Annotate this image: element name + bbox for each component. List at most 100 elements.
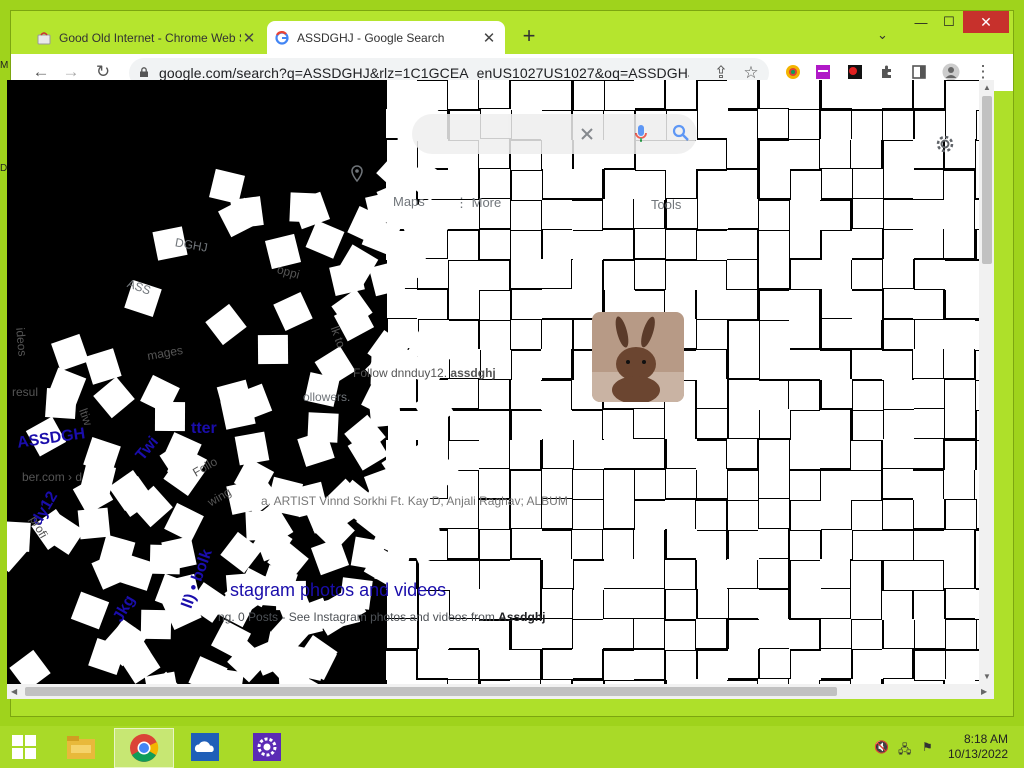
page-tile <box>819 350 850 380</box>
page-tile <box>726 439 757 469</box>
page-tile <box>789 289 820 319</box>
page-tile <box>633 439 664 469</box>
page-tile <box>573 231 604 261</box>
page-tile <box>728 589 759 619</box>
scroll-right-arrow-icon[interactable]: ▶ <box>981 687 987 696</box>
clock-time: 8:18 AM <box>963 732 1008 746</box>
scroll-down-arrow-icon[interactable]: ▼ <box>983 672 991 681</box>
page-tile <box>913 349 944 379</box>
minimize-button[interactable]: — <box>907 11 935 33</box>
page-tile <box>571 529 602 559</box>
page-tile <box>788 80 819 110</box>
page-tile <box>480 168 511 198</box>
action-center-icon[interactable]: ⚑ <box>922 740 933 754</box>
horizontal-scrollbar[interactable]: ◀ ▶ <box>7 684 994 699</box>
page-tile <box>945 409 976 439</box>
text-shard: oppi <box>275 262 302 282</box>
scroll-up-arrow-icon[interactable]: ▲ <box>983 83 991 92</box>
search-tools-button[interactable]: Tools <box>651 197 681 212</box>
page-tile <box>945 80 976 110</box>
page-tile <box>819 589 850 619</box>
maximize-button[interactable]: ☐ <box>935 11 963 33</box>
microphone-icon[interactable] <box>634 124 648 144</box>
page-tile <box>726 138 757 168</box>
close-window-button[interactable]: ✕ <box>963 11 1009 33</box>
page-tile <box>602 529 633 559</box>
page-tile <box>791 260 822 290</box>
page-tile <box>540 530 571 560</box>
page-tile <box>635 228 666 258</box>
tab-close-icon[interactable]: ✕ <box>481 29 497 47</box>
taskbar-settings[interactable] <box>238 728 296 766</box>
page-tile <box>665 590 696 620</box>
page-content: Maps ⋮ More Tools Follow dnnduy12. assdg… <box>7 80 979 684</box>
taskbar-file-explorer[interactable] <box>52 728 110 766</box>
page-tile <box>449 289 480 319</box>
page-tile <box>540 258 571 288</box>
page-tile <box>758 618 789 648</box>
page-tile <box>602 619 633 649</box>
page-tile <box>571 200 602 230</box>
page-tile <box>943 530 974 560</box>
taskbar-chrome[interactable] <box>114 728 174 768</box>
network-icon[interactable]: 🖧 <box>898 740 911 761</box>
tab-strip: Good Old Internet - Chrome Web Store ✕ A… <box>11 11 1013 54</box>
system-clock[interactable]: 8:18 AM 10/13/2022 <box>948 732 1008 762</box>
search-icon[interactable] <box>672 124 690 142</box>
tab-close-icon[interactable]: ✕ <box>241 29 257 47</box>
windows-logo-icon <box>12 735 36 759</box>
text-shard: ideos <box>13 327 30 357</box>
page-tile <box>790 560 821 590</box>
page-tile <box>760 320 790 350</box>
search-tab-maps[interactable]: Maps <box>393 194 425 209</box>
tab-search-button[interactable]: ⌄ <box>877 27 888 43</box>
page-tile <box>543 438 574 468</box>
page-tile <box>603 558 634 588</box>
volume-muted-icon[interactable]: 🔇 <box>874 740 889 754</box>
page-tile <box>234 431 269 466</box>
result-title-link[interactable]: stagram photos and videos <box>230 580 446 601</box>
page-tile <box>635 171 666 201</box>
page-tile <box>913 170 944 200</box>
scroll-left-arrow-icon[interactable]: ◀ <box>11 687 17 696</box>
page-tile <box>635 259 666 289</box>
tab-google-search[interactable]: ASSDGHJ - Google Search ✕ <box>267 21 505 54</box>
vertical-scroll-thumb[interactable] <box>982 96 992 264</box>
page-tile <box>914 199 945 229</box>
page-tile <box>289 192 321 223</box>
page-tile <box>913 471 944 501</box>
page-tile <box>604 81 635 111</box>
page-tile <box>509 649 540 679</box>
google-search-box[interactable] <box>412 114 697 154</box>
text-shard: mages <box>146 342 184 364</box>
vertical-scrollbar[interactable]: ▲ ▼ <box>979 80 994 684</box>
page-tile <box>728 198 759 228</box>
page-tile <box>573 500 604 530</box>
page-tile <box>790 411 821 441</box>
text-shard: tter <box>191 420 217 437</box>
new-tab-button[interactable]: + <box>517 25 541 47</box>
page-tile <box>205 304 248 346</box>
page-tile <box>665 261 696 291</box>
page-tile <box>758 528 789 558</box>
search-tab-more[interactable]: ⋮ More <box>455 195 501 211</box>
page-tile <box>447 528 478 558</box>
page-tile <box>945 261 976 291</box>
page-tile <box>883 168 914 198</box>
taskbar-onedrive[interactable] <box>176 728 234 766</box>
page-tile <box>884 200 915 229</box>
page-tile <box>788 318 819 348</box>
page-tile <box>821 111 852 141</box>
page-tile <box>448 80 479 109</box>
followers-fragment: ollowers. <box>303 390 351 404</box>
rabbit-thumbnail-image[interactable] <box>592 312 684 402</box>
start-button[interactable] <box>0 728 48 766</box>
settings-gear-icon[interactable] <box>934 133 956 155</box>
page-tile <box>574 81 605 111</box>
page-tile <box>726 290 757 320</box>
tab-chrome-web-store[interactable]: Good Old Internet - Chrome Web Store ✕ <box>29 21 265 54</box>
clock-date: 10/13/2022 <box>947 747 1008 761</box>
clear-search-icon[interactable] <box>579 126 595 142</box>
horizontal-scroll-thumb[interactable] <box>25 687 837 696</box>
page-tile <box>51 333 90 371</box>
